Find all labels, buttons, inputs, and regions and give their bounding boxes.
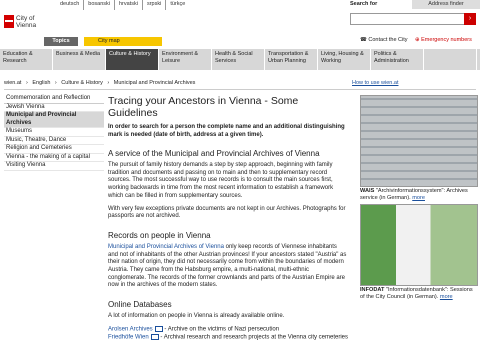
caption-wais: WAIS "Archivinformationssystem": Archive… bbox=[360, 188, 468, 201]
friedhoefe-desc: - Archival research and research project… bbox=[158, 334, 349, 341]
lang-deutsch[interactable]: deutsch bbox=[56, 0, 83, 10]
sidebar-item-religion[interactable]: Religion and Cemeteries bbox=[4, 145, 104, 154]
para-service: The pursuit of family history demands a … bbox=[108, 162, 334, 199]
emergency-label: Emergency numbers bbox=[421, 37, 472, 43]
sidebar-item-visiting[interactable]: Visiting Vienna bbox=[4, 162, 104, 171]
sidebar-item-jewish-vienna[interactable]: Jewish Vienna bbox=[4, 104, 104, 112]
crumb-wien[interactable]: wien.at bbox=[4, 80, 21, 86]
arolsen-desc: - Archive on the victims of Nazi persecu… bbox=[162, 326, 280, 333]
tab-city-map[interactable]: City map bbox=[84, 37, 162, 46]
para-exceptions: With very few exceptions private documen… bbox=[108, 205, 346, 220]
page-title: Tracing your Ancestors in Vienna - Some … bbox=[108, 95, 299, 119]
lang-bosanski[interactable]: bosanski bbox=[83, 0, 114, 10]
heading-online: Online Databases bbox=[108, 300, 172, 310]
search-arrow-icon: › bbox=[468, 15, 472, 22]
caption-infodat: INFODAT "Informationsdatenbank": Session… bbox=[360, 287, 473, 300]
nav-culture[interactable]: Culture & History bbox=[106, 49, 159, 70]
nav-politics[interactable]: Politics & Administration bbox=[371, 49, 424, 70]
main-nav: Education & Research Business & Media Cu… bbox=[0, 49, 480, 70]
search-button[interactable]: › bbox=[464, 13, 476, 25]
lang-srpski[interactable]: srpski bbox=[141, 0, 165, 10]
archives-link[interactable]: Municipal and Provincial Archives of Vie… bbox=[108, 244, 224, 250]
external-link-icon bbox=[150, 334, 159, 341]
sidebar-item-museums[interactable]: Museums bbox=[4, 128, 104, 137]
external-link-icon bbox=[154, 325, 163, 332]
tab-address-finder[interactable]: Address finder bbox=[412, 0, 480, 9]
nav-education[interactable]: Education & Research bbox=[0, 49, 53, 70]
city-of-vienna-logo[interactable]: City of Vienna bbox=[4, 15, 44, 37]
contact-link[interactable]: ☎ Contact the City bbox=[360, 37, 408, 43]
divider bbox=[4, 89, 476, 90]
lang-turkce[interactable]: türkçe bbox=[165, 0, 189, 10]
right-column: WAIS "Archivinformationssystem": Archive… bbox=[360, 95, 478, 303]
archive-shelves-image bbox=[360, 95, 478, 187]
sidebar-item-archives[interactable]: Municipal and Provincial Archives bbox=[4, 112, 104, 128]
para-records: Municipal and Provincial Archives of Vie… bbox=[108, 244, 348, 290]
sidebar-item-music[interactable]: Music, Theatre, Dance bbox=[4, 137, 104, 145]
crumb-sep: › bbox=[54, 80, 57, 86]
logo-text: City of Vienna bbox=[16, 15, 37, 29]
para-records-rest: only keep records of Viennese inhabitant… bbox=[108, 243, 347, 289]
list-item: Friedhöfe Wien - Archival research and r… bbox=[108, 334, 348, 342]
search-input[interactable] bbox=[350, 13, 470, 25]
heading-service: A service of the Municipal and Provincia… bbox=[108, 149, 320, 158]
vienna-shield-icon bbox=[4, 15, 14, 28]
sidebar-item-commemoration[interactable]: Commemoration and Reflection bbox=[4, 95, 104, 104]
para-online: A lot of information on people in Vienna… bbox=[108, 313, 285, 320]
main-content: Tracing your Ancestors in Vienna - Some … bbox=[108, 95, 348, 343]
crumb-culture[interactable]: Culture & History bbox=[61, 80, 103, 86]
nav-environment[interactable]: Environment & Leisure bbox=[159, 49, 212, 70]
sidebar: Commemoration and Reflection Jewish Vien… bbox=[4, 95, 104, 171]
contact-label: Contact the City bbox=[368, 37, 408, 43]
language-bar: deutsch bosanski hrvatski srpski türkçe bbox=[56, 0, 189, 10]
crumb-sep: › bbox=[107, 80, 110, 86]
crumb-sep: › bbox=[25, 80, 28, 86]
phone-icon: ☎ bbox=[360, 37, 367, 43]
emergency-icon: ⊕ bbox=[415, 37, 420, 43]
nav-living[interactable]: Living, Housing & Working bbox=[318, 49, 371, 70]
nav-empty bbox=[424, 49, 477, 70]
search-tabs: Search for Address finder bbox=[346, 0, 480, 10]
tab-search[interactable]: Search for bbox=[346, 0, 412, 9]
heading-records: Records on people in Vienna bbox=[108, 230, 211, 240]
list-item: Arolsen Archives - Archive on the victim… bbox=[108, 325, 348, 334]
lang-hrvatski[interactable]: hrvatski bbox=[113, 0, 142, 10]
howto-link[interactable]: How to use wien.at bbox=[352, 80, 398, 86]
tab-topics[interactable]: Topics bbox=[44, 37, 78, 46]
arolsen-link[interactable]: Arolsen Archives bbox=[108, 326, 153, 332]
lead-text: In order to search for a person the comp… bbox=[108, 124, 345, 138]
friedhoefe-link[interactable]: Friedhöfe Wien bbox=[108, 335, 149, 341]
subnav: Topics City map bbox=[0, 37, 190, 46]
nav-transportation[interactable]: Transportation & Urban Planning bbox=[265, 49, 318, 70]
emergency-link[interactable]: ⊕ Emergency numbers bbox=[415, 37, 472, 43]
council-session-image bbox=[360, 204, 478, 286]
sidebar-item-capital[interactable]: Vienna - the making of a capital bbox=[4, 154, 104, 162]
nav-health[interactable]: Health & Social Services bbox=[212, 49, 265, 70]
crumb-english[interactable]: English bbox=[32, 80, 50, 86]
more-link[interactable]: more bbox=[440, 294, 453, 300]
nav-business[interactable]: Business & Media bbox=[53, 49, 106, 70]
crumb-archives[interactable]: Municipal and Provincial Archives bbox=[114, 80, 196, 86]
more-link[interactable]: more bbox=[412, 195, 425, 201]
breadcrumb: wien.at › English › Culture & History › … bbox=[4, 80, 198, 86]
